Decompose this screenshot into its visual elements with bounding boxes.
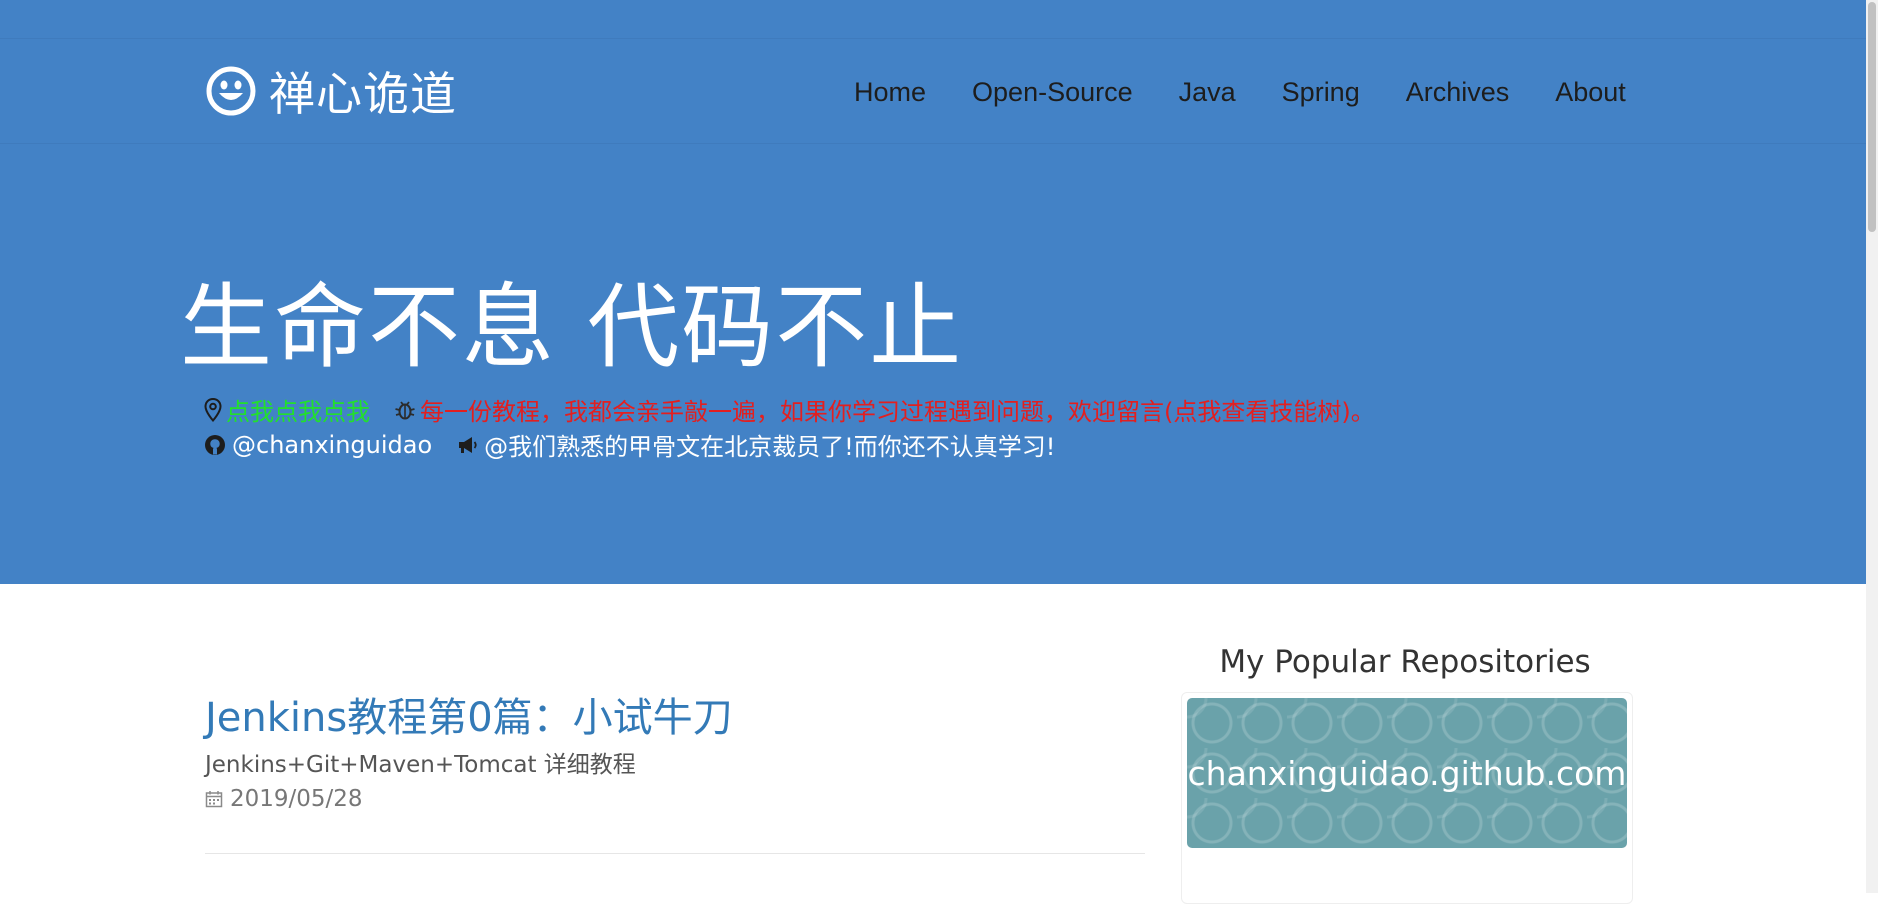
post-subtitle: Jenkins+Git+Maven+Tomcat 详细教程 bbox=[205, 752, 636, 778]
nav-home[interactable]: Home bbox=[854, 77, 926, 108]
github-link[interactable]: @chanxinguidao bbox=[232, 431, 432, 459]
post-date: 2019/05/28 bbox=[205, 786, 363, 812]
calendar-icon bbox=[205, 791, 223, 808]
repo-link[interactable]: chanxinguidao.github.com bbox=[1187, 698, 1627, 848]
sidebar-title: My Popular Repositories bbox=[1219, 644, 1591, 680]
main-nav: Home Open-Source Java Spring Archives Ab… bbox=[854, 77, 1626, 108]
header: 禅心诡道 Home Open-Source Java Spring Archiv… bbox=[0, 0, 1866, 584]
map-marker-icon bbox=[204, 397, 222, 422]
post-divider bbox=[205, 853, 1145, 854]
megaphone-icon bbox=[459, 436, 477, 453]
nav-archives[interactable]: Archives bbox=[1406, 77, 1510, 108]
announcement-text: @我们熟悉的甲骨文在北京裁员了!而你还不认真学习! bbox=[484, 433, 1056, 461]
smile-icon bbox=[206, 66, 256, 116]
page-scrollbar[interactable] bbox=[1866, 0, 1878, 893]
brand-name: 禅心诡道 bbox=[269, 67, 457, 121]
scrollbar-thumb[interactable] bbox=[1868, 2, 1876, 232]
github-icon bbox=[205, 434, 225, 455]
post-date-text: 2019/05/28 bbox=[230, 786, 363, 812]
nav-spring[interactable]: Spring bbox=[1282, 77, 1360, 108]
nav-about[interactable]: About bbox=[1555, 77, 1626, 108]
hero-meta-line-1: 点我点我点我 每一份教程，我都会亲手敲一遍，如果你学习过程遇到问题，欢迎留言(点… bbox=[204, 392, 1375, 427]
nav-open-source[interactable]: Open-Source bbox=[972, 77, 1133, 108]
site-brand[interactable]: 禅心诡道 bbox=[205, 61, 457, 121]
location-link[interactable]: 点我点我点我 bbox=[226, 392, 370, 427]
hero-meta-line-2: @chanxinguidao @我们熟悉的甲骨文在北京裁员了!而你还不认真学习! bbox=[204, 427, 1055, 462]
hero-title: 生命不息 代码不止 bbox=[180, 274, 964, 381]
navbar: 禅心诡道 Home Open-Source Java Spring Archiv… bbox=[0, 38, 1866, 144]
post-title-link[interactable]: Jenkins教程第0篇：小试牛刀 bbox=[205, 685, 733, 743]
nav-java[interactable]: Java bbox=[1179, 77, 1236, 108]
repo-card: chanxinguidao.github.com bbox=[1181, 692, 1633, 904]
tutorial-notice-link[interactable]: 每一份教程，我都会亲手敲一遍，如果你学习过程遇到问题，欢迎留言(点我查看技能树)… bbox=[420, 392, 1375, 427]
bug-icon bbox=[395, 400, 415, 419]
